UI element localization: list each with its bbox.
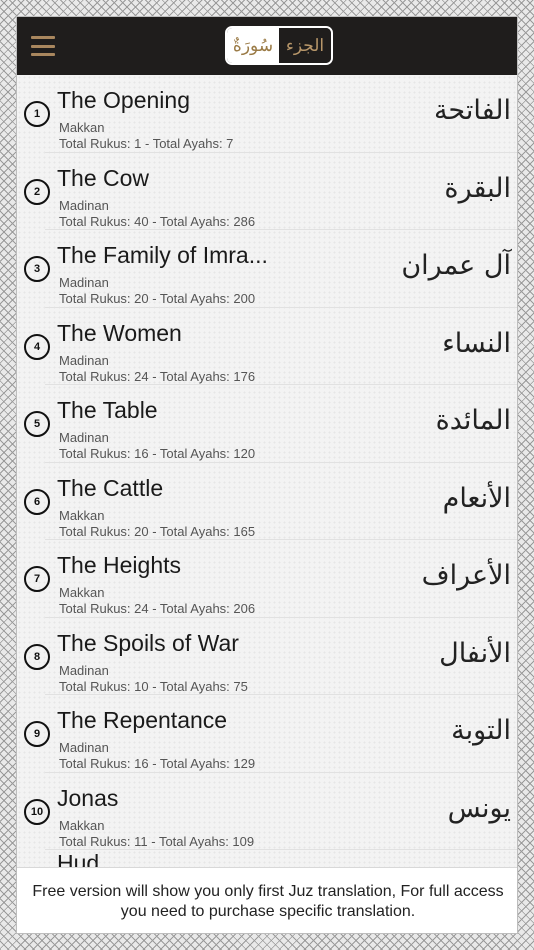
surah-stats: Total Rukus: 16 - Total Ayahs: 129 [59, 756, 256, 771]
app-screen: سُورَةٌ الجزء 1 The Opening Makkan Total… [16, 16, 518, 934]
surah-revelation-type: Madinan [59, 352, 109, 368]
surah-arabic-name: الأنعام [442, 482, 511, 514]
surah-number: 3 [24, 256, 50, 282]
hamburger-menu-icon[interactable] [31, 36, 55, 56]
surah-stats: Total Rukus: 40 - Total Ayahs: 286 [59, 213, 256, 229]
surah-revelation-type: Madinan [59, 662, 109, 678]
tab-surah[interactable]: سُورَةٌ [227, 28, 279, 63]
surah-list: 1 The Opening Makkan Total Rukus: 1 - To… [17, 75, 517, 933]
list-item[interactable]: 2 The Cow Madinan Total Rukus: 40 - Tota… [17, 153, 517, 231]
list-item[interactable]: 4 The Women Madinan Total Rukus: 24 - To… [17, 308, 517, 386]
surah-arabic-name: المائدة [435, 405, 511, 436]
surah-revelation-type: Madinan [59, 740, 109, 755]
surah-number: 5 [24, 411, 50, 437]
surah-juz-segmented-control: سُورَةٌ الجزء [225, 26, 333, 65]
surah-stats: Total Rukus: 24 - Total Ayahs: 176 [59, 368, 256, 384]
surah-revelation-type: Makkan [59, 817, 105, 833]
surah-arabic-name: النساء [442, 327, 511, 359]
top-bar: سُورَةٌ الجزء [17, 17, 517, 75]
surah-number: 8 [24, 643, 50, 670]
surah-stats: Total Rukus: 24 - Total Ayahs: 206 [59, 601, 256, 616]
surah-stats: Total Rukus: 1 - Total Ayahs: 7 [59, 136, 234, 151]
surah-number: 4 [24, 333, 50, 360]
surah-revelation-type: Madinan [59, 275, 109, 290]
purchase-notice: Free version will show you only first Ju… [17, 867, 517, 933]
surah-revelation-type: Madinan [59, 197, 109, 213]
surah-name: The Repentance [57, 707, 228, 733]
surah-number: 10 [24, 798, 50, 825]
surah-revelation-type: Makkan [59, 120, 105, 135]
surah-name: The Heights [57, 552, 182, 578]
surah-revelation-type: Madinan [59, 430, 109, 445]
surah-number: 9 [24, 721, 50, 747]
list-item[interactable]: 5 The Table Madinan Total Rukus: 16 - To… [17, 385, 517, 463]
surah-number: 6 [24, 488, 50, 515]
surah-name: The Family of Imra... [57, 242, 268, 268]
surah-stats: Total Rukus: 10 - Total Ayahs: 75 [59, 678, 248, 694]
surah-arabic-name: الأنفال [439, 637, 511, 669]
surah-stats: Total Rukus: 16 - Total Ayahs: 120 [59, 446, 256, 461]
list-item[interactable]: 3 The Family of Imra... Madinan Total Ru… [17, 230, 517, 308]
purchase-notice-text: Free version will show you only first Ju… [32, 882, 504, 920]
surah-number: 1 [24, 101, 50, 127]
surah-name: The Table [57, 397, 158, 423]
surah-number: 7 [24, 566, 50, 592]
list-item[interactable]: 8 The Spoils of War Madinan Total Rukus:… [17, 618, 517, 696]
list-item[interactable]: 10 Jonas Makkan Total Rukus: 11 - Total … [17, 773, 517, 851]
surah-stats: Total Rukus: 20 - Total Ayahs: 200 [59, 291, 256, 306]
surah-arabic-name: الفاتحة [433, 95, 511, 126]
surah-name: The Opening [57, 87, 190, 113]
surah-revelation-type: Makkan [59, 585, 105, 600]
surah-arabic-name: آل عمران [401, 250, 511, 281]
surah-number: 2 [24, 178, 50, 205]
tab-juz[interactable]: الجزء [279, 28, 331, 63]
surah-name: Jonas [57, 784, 119, 811]
surah-stats: Total Rukus: 20 - Total Ayahs: 165 [59, 523, 256, 539]
surah-arabic-name: التوبة [451, 715, 511, 746]
list-item[interactable]: 7 The Heights Makkan Total Rukus: 24 - T… [17, 540, 517, 618]
surah-name: The Women [57, 319, 182, 346]
list-item[interactable]: 1 The Opening Makkan Total Rukus: 1 - To… [17, 75, 517, 153]
list-item[interactable]: 6 The Cattle Makkan Total Rukus: 20 - To… [17, 463, 517, 541]
surah-stats: Total Rukus: 11 - Total Ayahs: 109 [59, 833, 255, 849]
surah-arabic-name: البقرة [444, 172, 511, 204]
surah-name: The Cow [57, 164, 150, 191]
surah-name: The Spoils of War [57, 629, 239, 656]
surah-name: The Cattle [57, 474, 164, 501]
surah-revelation-type: Makkan [59, 507, 105, 523]
surah-arabic-name: يونس [447, 792, 511, 824]
list-item[interactable]: 9 The Repentance Madinan Total Rukus: 16… [17, 695, 517, 773]
surah-arabic-name: الأعراف [421, 560, 511, 591]
